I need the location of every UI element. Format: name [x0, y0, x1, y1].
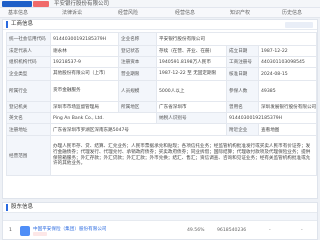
tab-ip[interactable]: 知识产权 [230, 8, 250, 18]
label-capital: 注册资本 [118, 56, 157, 68]
value-term: 1987-12-22 至 无固定期限 [156, 67, 227, 81]
tab-risk[interactable]: 经营风险 [118, 8, 138, 18]
shareholder-tag [33, 232, 47, 236]
value-taxpayer-id: 91440300192185379H [226, 112, 317, 124]
label-english-name: 英文名 [6, 112, 51, 124]
company-avatar [20, 226, 30, 236]
label-staff-size: 人员规模 [118, 80, 157, 102]
shareholder-section: 股东信息 1 中国平安保险（集团）股份有限公司 49.56% 961854023… [2, 202, 318, 240]
label-company-name: 企业名称 [118, 32, 157, 46]
value-founded: 1987-12-22 [258, 45, 317, 57]
value-credit-code: 91440300192185379H [50, 32, 119, 46]
label-org-code: 组织机构代码 [6, 56, 51, 68]
value-industry: 货币金融服务 [50, 80, 119, 102]
label-industry: 所属行业 [6, 80, 51, 102]
subscribed-date: - [269, 228, 271, 233]
share-ratio: 49.56% [187, 228, 205, 233]
label-term: 营业期限 [118, 67, 157, 81]
value-status: 存续（在营、开业、在册） [156, 45, 227, 57]
tab-operation[interactable]: 经营信息 [175, 8, 195, 18]
subscribed-amount: 9618540236 [217, 228, 247, 233]
panel-title: 工商信息 [6, 21, 33, 28]
business-info-panel: 工商信息 统一社会信用代码 91440300192185379H 企业名称 平安… [2, 19, 318, 199]
label-founded: 成立日期 [226, 45, 259, 57]
value-former-name: 深圳发展银行股份有限公司 [258, 101, 317, 113]
value-registrar: 深圳市市场监督管理局 [50, 101, 119, 113]
value-region: 广东省深圳市 [156, 101, 227, 113]
value-english-name: Ping An Bank Co., Ltd. [50, 112, 157, 124]
value-legal-rep[interactable]: 谢永林 [50, 45, 119, 57]
label-former-name: 曾用名 [226, 101, 259, 113]
label-nearby: 附近企业 [226, 123, 259, 136]
label-taxpayer-id: 纳税人识别号 [156, 112, 227, 124]
tab-bar: 基本信息 法律诉讼 经营风险 经营信息 知识产权 历史信息 [0, 8, 320, 18]
value-staff-size: 5000人以上 [156, 80, 227, 102]
label-approved: 核准日期 [226, 67, 259, 81]
value-org-code: 19218537-9 [50, 56, 119, 68]
related-info: - [301, 228, 303, 233]
value-company-name: 平安银行股份有限公司 [156, 32, 317, 46]
label-legal-rep: 法定代表人 [6, 45, 51, 57]
value-company-type: 其他股份有限公司（上市） [50, 67, 119, 81]
table-header [3, 213, 317, 221]
table-row: 1 中国平安保险（集团）股份有限公司 49.56% 9618540236 - - [3, 221, 317, 240]
tab-basic-info[interactable]: 基本信息 [8, 8, 28, 18]
panel-tools[interactable] [285, 22, 313, 28]
label-address: 注册地址 [6, 123, 51, 136]
label-registrar: 登记机关 [6, 101, 51, 113]
company-title: 平安银行股份有限公司 [54, 1, 110, 7]
business-info-table: 统一社会信用代码 91440300192185379H 企业名称 平安银行股份有… [6, 32, 317, 176]
value-scope: 办理人民币存、贷、结算、汇兑业务；人民币票据承兑和贴现；各项信托业务；经监管机构… [50, 135, 317, 176]
label-region: 所属地区 [118, 101, 157, 113]
label-reg-no: 工商注册号 [226, 56, 259, 68]
section-title: 股东信息 [6, 204, 33, 211]
value-address: 广东省深圳市罗湖区深南东路5047号 [50, 123, 227, 136]
top-bar: 平安银行股份有限公司 [0, 0, 320, 8]
label-status: 登记状态 [118, 45, 157, 57]
value-insured: 49385 [258, 80, 317, 102]
label-scope: 经营范围 [6, 135, 51, 176]
label-credit-code: 统一社会信用代码 [6, 32, 51, 46]
value-reg-no: 440301103098545 [258, 56, 317, 68]
value-capital: 1940591.8198万人民币 [156, 56, 227, 68]
tab-legal[interactable]: 法律诉讼 [62, 8, 82, 18]
value-approved: 2024-08-15 [258, 67, 317, 81]
tab-history[interactable]: 历史信息 [282, 8, 302, 18]
row-number: 1 [9, 228, 12, 233]
vip-badge[interactable] [33, 1, 49, 7]
site-logo[interactable] [2, 1, 32, 7]
map-link[interactable]: 查看地图 [258, 123, 317, 136]
label-company-type: 企业类型 [6, 67, 51, 81]
label-insured: 参保人数 [226, 80, 259, 102]
